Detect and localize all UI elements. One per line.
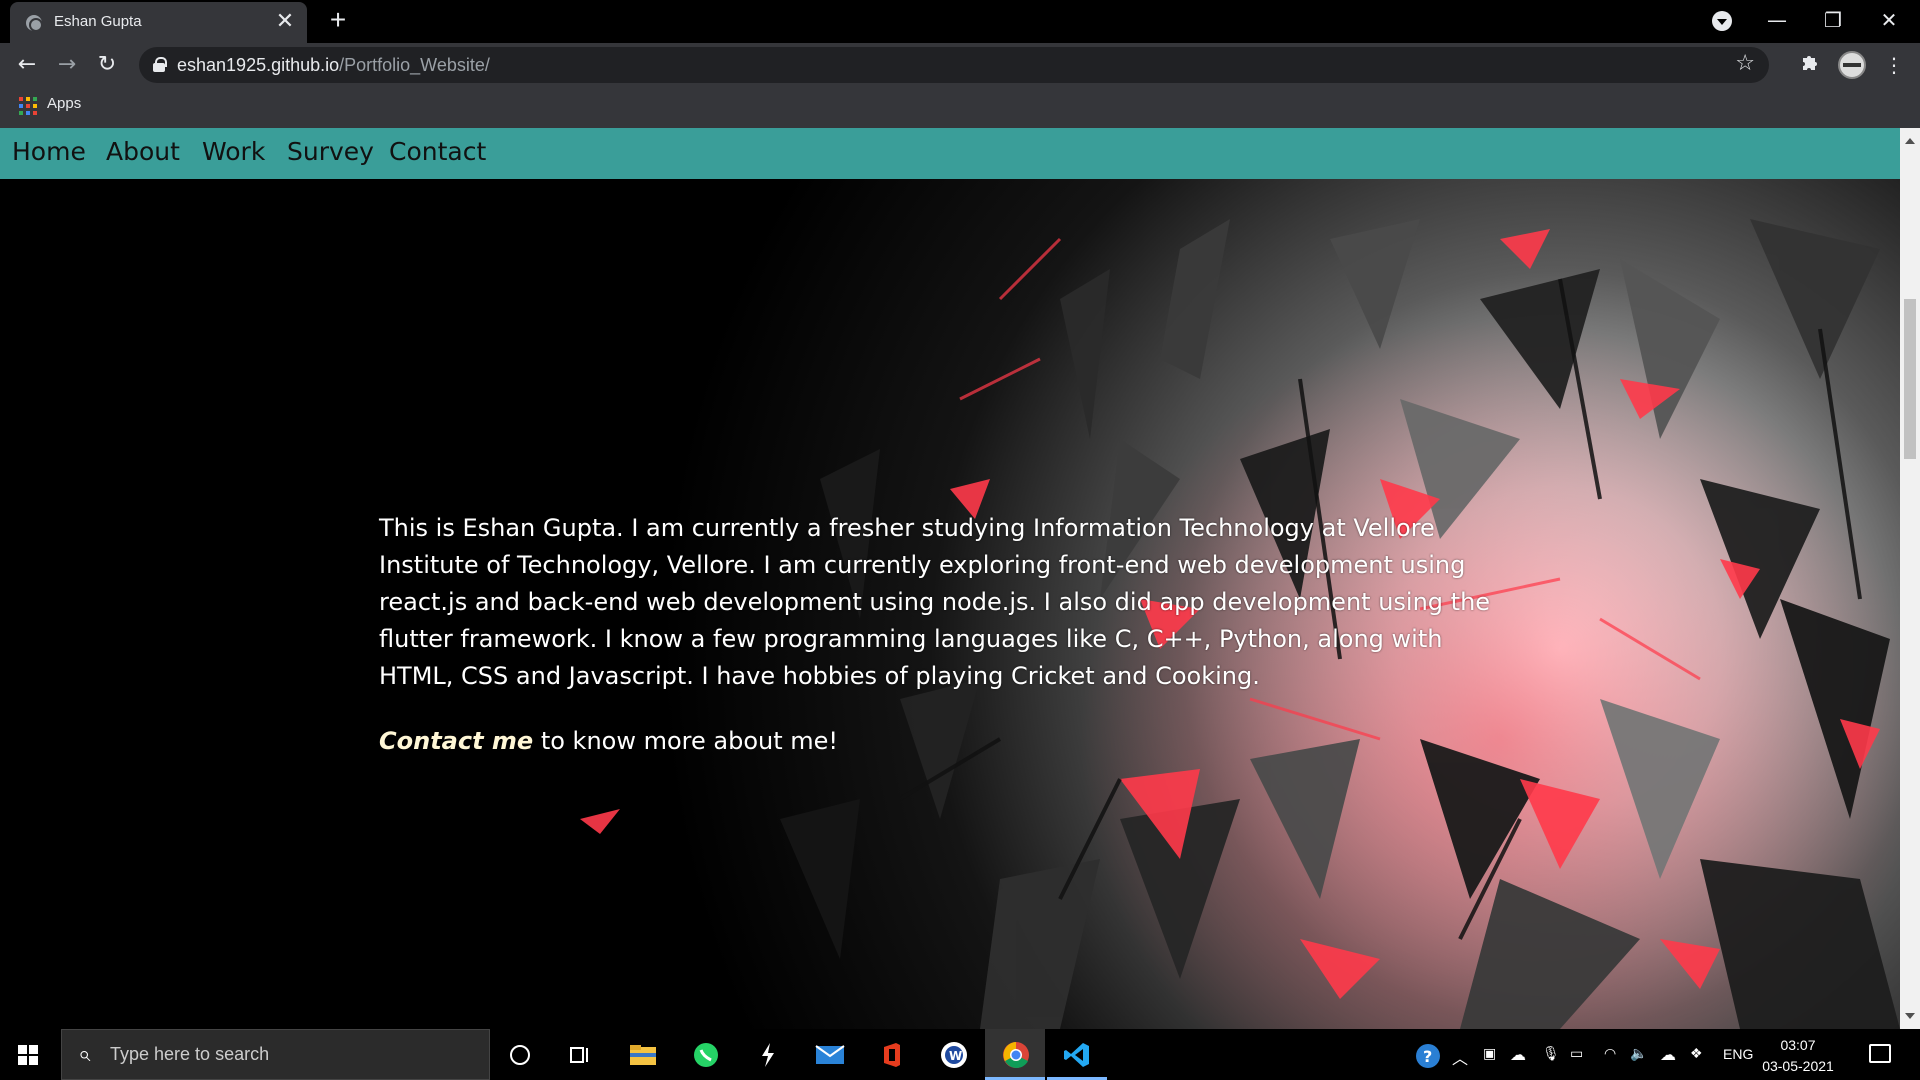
nav-about[interactable]: About xyxy=(106,137,180,166)
taskbar-search-placeholder: Type here to search xyxy=(110,1044,270,1064)
url-path: /Portfolio_Website/ xyxy=(339,55,490,75)
tab-search-icon[interactable] xyxy=(1712,11,1732,31)
file-explorer-icon[interactable] xyxy=(625,1037,661,1073)
nav-work[interactable]: Work xyxy=(202,137,265,166)
help-icon[interactable]: ? xyxy=(1410,1038,1446,1074)
bookmark-apps[interactable]: Apps xyxy=(47,95,81,112)
windows-taskbar: ⌕ Type here to search W ? ︿ ▣ ☁ 🎙 ▭ ◠ 🔈 … xyxy=(0,1029,1920,1080)
battery-icon[interactable]: ▭ xyxy=(1570,1045,1583,1062)
reload-button[interactable]: ↻ xyxy=(92,50,122,80)
office-icon[interactable] xyxy=(874,1037,910,1073)
contact-prompt: Contact me to know more about me! xyxy=(379,727,838,755)
apps-grid-icon[interactable] xyxy=(19,97,37,115)
bookmarks-bar xyxy=(0,86,1920,128)
tab-close-button[interactable]: ✕ xyxy=(273,10,297,34)
menu-kebab-icon[interactable]: ⋮ xyxy=(1881,52,1907,78)
back-button[interactable]: ← xyxy=(12,50,42,80)
svg-text:?: ? xyxy=(1423,1047,1432,1066)
clock-time: 03:07 xyxy=(1780,1037,1816,1053)
mail-icon[interactable] xyxy=(812,1037,848,1073)
browser-tab-strip: Eshan Gupta ✕ + — ❐ ✕ xyxy=(0,0,1920,43)
language-indicator[interactable]: ENG xyxy=(1723,1046,1753,1062)
puzzle-icon[interactable] xyxy=(1797,52,1823,78)
svg-text:W: W xyxy=(949,1049,962,1063)
lock-icon[interactable] xyxy=(153,57,167,72)
close-window-button[interactable]: ✕ xyxy=(1861,0,1917,40)
search-icon: ⌕ xyxy=(78,1042,91,1067)
nav-survey[interactable]: Survey xyxy=(287,137,374,166)
word-icon[interactable]: W xyxy=(936,1037,972,1073)
page-viewport: Home About Work Survey Contact This is E… xyxy=(0,128,1920,1029)
scrollbar-thumb[interactable] xyxy=(1904,299,1916,459)
whatsapp-icon[interactable] xyxy=(688,1037,724,1073)
contact-me-link[interactable]: Contact me xyxy=(379,727,533,755)
chevron-up-icon[interactable]: ︿ xyxy=(1452,1045,1468,1069)
restore-button[interactable]: ❐ xyxy=(1805,0,1861,40)
windows-start-icon[interactable] xyxy=(18,1045,38,1065)
volume-icon[interactable]: 🔈 xyxy=(1630,1045,1647,1062)
clock-date: 03-05-2021 xyxy=(1762,1058,1834,1074)
globe-icon xyxy=(26,15,43,32)
lightning-app-icon[interactable] xyxy=(750,1037,786,1073)
microphone-icon[interactable]: 🎙 xyxy=(1542,1045,1560,1062)
new-tab-button[interactable]: + xyxy=(324,6,352,34)
system-clock[interactable]: 03:07 03-05-2021 xyxy=(1762,1035,1834,1077)
nav-contact[interactable]: Contact xyxy=(389,137,486,166)
page-scrollbar[interactable] xyxy=(1900,128,1920,1029)
address-bar[interactable]: eshan1925.github.io/Portfolio_Website/ ☆ xyxy=(139,47,1769,83)
vscode-icon[interactable] xyxy=(1059,1037,1095,1073)
cortana-icon[interactable] xyxy=(502,1037,538,1073)
url-text: eshan1925.github.io/Portfolio_Website/ xyxy=(177,55,490,76)
taskbar-search-box[interactable]: ⌕ Type here to search xyxy=(61,1029,490,1080)
bookmark-star-icon[interactable]: ☆ xyxy=(1735,51,1755,76)
scroll-up-arrow-icon[interactable] xyxy=(1905,138,1915,144)
task-view-icon[interactable] xyxy=(562,1037,598,1073)
browser-toolbar: ← → ↻ eshan1925.github.io/Portfolio_Webs… xyxy=(0,43,1920,86)
upload-cloud-icon[interactable]: ☁ xyxy=(1660,1045,1676,1065)
contact-prompt-text: to know more about me! xyxy=(533,727,839,755)
profile-avatar[interactable] xyxy=(1838,51,1866,79)
tab-title: Eshan Gupta xyxy=(54,13,142,30)
site-navbar: Home About Work Survey Contact xyxy=(0,128,1900,179)
notification-center-icon[interactable] xyxy=(1869,1044,1891,1063)
hero-section: This is Eshan Gupta. I am currently a fr… xyxy=(0,179,1900,1029)
chrome-icon[interactable] xyxy=(998,1037,1034,1073)
minimize-button[interactable]: — xyxy=(1749,0,1805,40)
forward-button[interactable]: → xyxy=(52,50,82,80)
dropbox-icon[interactable]: ❖ xyxy=(1690,1045,1703,1062)
url-domain: eshan1925.github.io xyxy=(177,55,340,75)
meet-now-icon[interactable]: ▣ xyxy=(1483,1045,1496,1062)
about-paragraph: This is Eshan Gupta. I am currently a fr… xyxy=(379,514,1491,690)
onedrive-icon[interactable]: ☁ xyxy=(1510,1045,1526,1065)
browser-tab[interactable]: Eshan Gupta ✕ xyxy=(10,2,307,43)
wifi-icon[interactable]: ◠ xyxy=(1604,1045,1616,1062)
scroll-down-arrow-icon[interactable] xyxy=(1905,1013,1915,1019)
nav-home[interactable]: Home xyxy=(12,137,86,166)
